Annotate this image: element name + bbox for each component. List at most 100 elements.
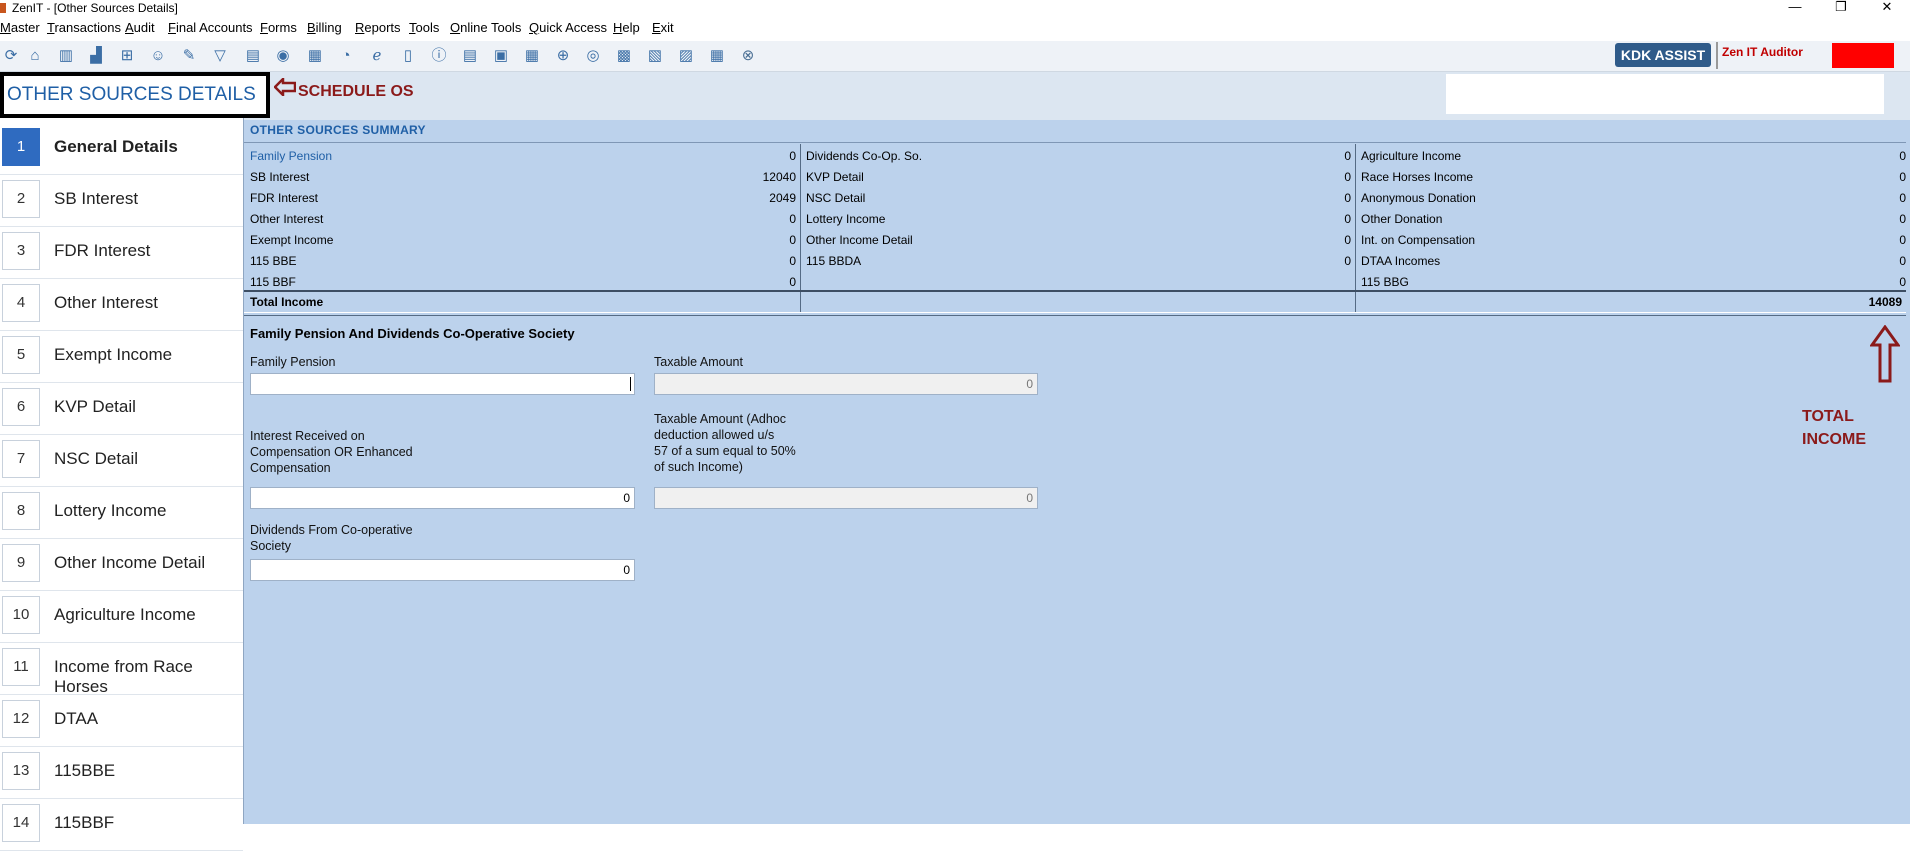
summary-row: KVP Detail 0 (800, 167, 1355, 188)
epay-icon[interactable]: ℯ (366, 45, 388, 67)
close-button[interactable]: ✕ (1864, 0, 1910, 14)
arrows-icon[interactable]: ◉ (272, 45, 294, 67)
summary-key[interactable]: Other Donation (1361, 212, 1442, 226)
summary-key[interactable]: Anonymous Donation (1361, 191, 1476, 205)
pie-icon[interactable]: ◔ (335, 45, 357, 67)
divider (244, 315, 1906, 316)
summary-key[interactable]: Dividends Co-Op. So. (806, 149, 922, 163)
kdk-assist-button[interactable]: KDK ASSIST (1615, 43, 1711, 67)
summary-key[interactable]: Agriculture Income (1361, 149, 1461, 163)
summary-value: 12040 (762, 170, 796, 184)
menu-audit[interactable]: Audit (125, 20, 155, 35)
filter-icon[interactable]: ▽ (209, 45, 231, 67)
minimize-button[interactable]: — (1772, 0, 1818, 14)
summary-key[interactable]: NSC Detail (806, 191, 865, 205)
menu-billing[interactable]: Billing (307, 20, 342, 35)
calculator-icon[interactable]: ▦ (304, 45, 326, 67)
summary-key[interactable]: Family Pension (250, 149, 332, 163)
label-line: Interest Received on (250, 429, 365, 443)
bsh-icon[interactable]: ▧ (644, 45, 666, 67)
home-icon[interactable]: ⌂ (24, 45, 46, 67)
refresh-icon[interactable]: ⟳ (0, 45, 22, 67)
summary-key[interactable]: SB Interest (250, 170, 309, 184)
summary-value: 0 (1344, 233, 1351, 247)
layout-icon[interactable]: ▦ (706, 45, 728, 67)
menu-forms[interactable]: Forms (260, 20, 297, 35)
user-report-icon[interactable]: ▣ (490, 45, 512, 67)
bis-icon[interactable]: ▩ (613, 45, 635, 67)
sidebar-item-115bbe[interactable]: 13 115BBE (0, 747, 243, 799)
interest-compensation-input[interactable]: 0 (250, 487, 635, 509)
sidebar-item-fdr-interest[interactable]: 3 FDR Interest (0, 227, 243, 279)
summary-row: NSC Detail 0 (800, 188, 1355, 209)
sidebar-item-sb-interest[interactable]: 2 SB Interest (0, 175, 243, 227)
summary-key[interactable]: 115 BBF (250, 275, 296, 289)
menu-help[interactable]: Help (613, 20, 640, 35)
sidebar-item-kvp-detail[interactable]: 6 KVP Detail (0, 383, 243, 435)
dividends-input[interactable]: 0 (250, 559, 635, 581)
bar-chart-icon[interactable]: ▟ (85, 45, 107, 67)
report-icon[interactable]: ▤ (459, 45, 481, 67)
label-line: Taxable Amount (Adhoc (654, 412, 787, 426)
book-icon[interactable]: ▯ (397, 45, 419, 67)
item-label: SB Interest (54, 189, 139, 208)
summary-key[interactable]: Race Horses Income (1361, 170, 1473, 184)
sidebar-item-115bbf[interactable]: 14 115BBF (0, 799, 243, 851)
sidebar-item-nsc-detail[interactable]: 7 NSC Detail (0, 435, 243, 487)
sidebar-item-exempt-income[interactable]: 5 Exempt Income (0, 331, 243, 383)
menu-reports[interactable]: Reports (355, 20, 401, 35)
sidebar-item-other-income-detail[interactable]: 9 Other Income Detail (0, 539, 243, 591)
menu-quick-access[interactable]: Quick Access (529, 20, 607, 35)
summary-row: Agriculture Income 0 (1355, 146, 1910, 167)
calendar-icon[interactable]: ▦ (521, 45, 543, 67)
building-icon[interactable]: ▥ (55, 45, 77, 67)
maximize-button[interactable]: ❐ (1818, 0, 1864, 14)
summary-key[interactable]: Other Interest (250, 212, 323, 226)
dividends-label: Dividends From Co-operative Society (250, 522, 413, 554)
pin-icon[interactable]: ✎ (178, 45, 200, 67)
schedule-os-text: SCHEDULE OS (298, 83, 414, 100)
summary-key[interactable]: Exempt Income (250, 233, 333, 247)
family-pension-label: Family Pension (250, 355, 336, 369)
tax-icon[interactable]: ▤ (242, 45, 264, 67)
gift-icon[interactable]: ⊞ (116, 45, 138, 67)
menu-tools[interactable]: Tools (409, 20, 439, 35)
close-circle-icon[interactable]: ⊗ (737, 45, 759, 67)
globe-icon[interactable]: ◎ (582, 45, 604, 67)
sidebar-item-race-horses[interactable]: 11 Income from Race Horses (0, 643, 243, 696)
summary-key[interactable]: Other Income Detail (806, 233, 913, 247)
summary-key[interactable]: 115 BBDA (806, 254, 861, 268)
summary-row: FDR Interest 2049 (244, 188, 800, 209)
summary-row: Family Pension 0 (244, 146, 800, 167)
sidebar-item-dtaa[interactable]: 12 DTAA (0, 695, 243, 747)
summary-key[interactable]: Int. on Compensation (1361, 233, 1475, 247)
summary-key[interactable]: FDR Interest (250, 191, 318, 205)
sidebar-item-general-details[interactable]: 1 General Details (0, 123, 243, 175)
menu-transactions[interactable]: Transactions (47, 20, 121, 35)
item-number: 12 (2, 700, 40, 738)
total-income-value: 14089 (1868, 295, 1902, 309)
summary-key[interactable]: DTAA Incomes (1361, 254, 1440, 268)
menu-online-tools[interactable]: Online Tools (450, 20, 521, 35)
summary-value: 0 (1899, 212, 1906, 226)
menu-final-accounts[interactable]: Final Accounts (168, 20, 253, 35)
app-icon (0, 3, 6, 13)
people-icon[interactable]: ☺ (147, 45, 169, 67)
summary-row: Int. on Compensation 0 (1355, 230, 1910, 251)
summary-key[interactable]: Lottery Income (806, 212, 885, 226)
menu-master[interactable]: Master (0, 20, 40, 35)
summary-value: 0 (1899, 275, 1906, 289)
folder-add-icon[interactable]: ⊕ (552, 45, 574, 67)
3cd-icon[interactable]: ▨ (675, 45, 697, 67)
sidebar-item-agriculture-income[interactable]: 10 Agriculture Income (0, 591, 243, 643)
summary-key[interactable]: KVP Detail (806, 170, 864, 184)
summary-value: 0 (1344, 191, 1351, 205)
summary-key[interactable]: 115 BBE (250, 254, 296, 268)
family-pension-input[interactable] (250, 373, 635, 395)
info-search-icon[interactable]: ⓘ (428, 45, 450, 67)
sidebar-item-other-interest[interactable]: 4 Other Interest (0, 279, 243, 331)
total-income-annotation: TOTAL INCOME (1802, 405, 1866, 451)
summary-key[interactable]: 115 BBG (1361, 275, 1409, 289)
sidebar-item-lottery-income[interactable]: 8 Lottery Income (0, 487, 243, 539)
menu-exit[interactable]: Exit (652, 20, 674, 35)
